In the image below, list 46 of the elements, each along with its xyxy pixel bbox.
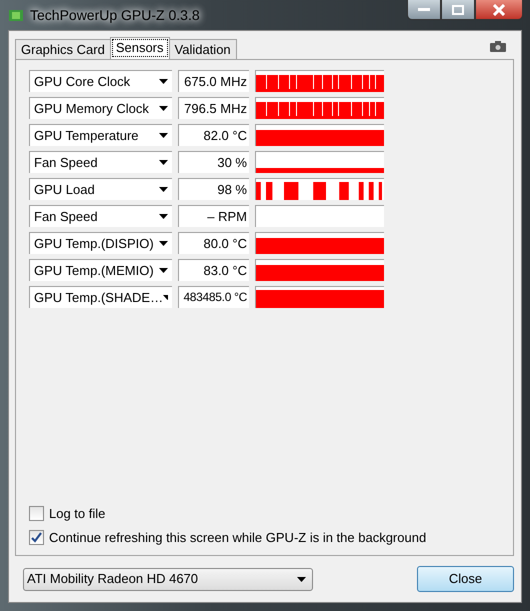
sensor-value: – RPM bbox=[178, 205, 249, 227]
tab[interactable]: Validation bbox=[168, 39, 237, 59]
sensor-dropdown[interactable]: GPU Temp.(DISPIO) bbox=[29, 232, 172, 254]
sensor-value: 30 % bbox=[178, 151, 249, 173]
sensor-value: 82.0 °C bbox=[178, 124, 249, 146]
app-icon bbox=[8, 7, 24, 23]
checkbox[interactable] bbox=[29, 530, 44, 545]
caret-icon bbox=[163, 295, 168, 300]
sensor-dropdown[interactable]: GPU Memory Clock bbox=[29, 97, 172, 119]
caret-icon bbox=[159, 241, 168, 246]
caret-icon bbox=[297, 576, 306, 582]
sensor-value: 796.5 MHz bbox=[178, 97, 249, 119]
device-dropdown[interactable]: ATI Mobility Radeon HD 4670 bbox=[23, 568, 313, 590]
sensor-dropdown[interactable]: Fan Speed bbox=[29, 151, 172, 173]
caret-icon bbox=[159, 187, 168, 192]
sensor-dropdown[interactable]: GPU Core Clock bbox=[29, 70, 172, 92]
caret-icon bbox=[159, 160, 168, 165]
camera-icon[interactable] bbox=[490, 41, 506, 52]
sensor-value: 675.0 MHz bbox=[178, 70, 249, 92]
checkbox-label: Continue refreshing this screen while GPU-Z is in the background bbox=[49, 528, 426, 547]
tab[interactable]: Sensors bbox=[110, 37, 170, 59]
sensor-dropdown[interactable]: Fan Speed bbox=[29, 205, 172, 227]
sensor-value: 80.0 °C bbox=[178, 232, 249, 254]
sensor-dropdown[interactable]: GPU Load bbox=[29, 178, 172, 200]
sensor-dropdown[interactable]: GPU Temperature bbox=[29, 124, 172, 146]
minimize-button[interactable] bbox=[407, 0, 441, 20]
caret-icon bbox=[159, 133, 168, 138]
close-icon bbox=[493, 4, 505, 16]
minimize-icon bbox=[418, 8, 430, 12]
caret-icon bbox=[159, 268, 168, 273]
window-close-button[interactable] bbox=[475, 0, 523, 20]
checkbox[interactable] bbox=[29, 506, 44, 522]
sensor-dropdown[interactable]: GPU Temp.(SHADE… bbox=[29, 286, 172, 308]
sensor-value: 83.0 °C bbox=[178, 259, 249, 281]
caret-icon bbox=[159, 214, 168, 219]
sensor-value: 483485.0 °C bbox=[178, 286, 249, 308]
maximize-icon bbox=[452, 4, 464, 14]
window-title: TechPowerUp GPU-Z 0.3.8 bbox=[30, 6, 200, 25]
caret-icon bbox=[159, 106, 168, 111]
checkbox-label: Log to file bbox=[49, 505, 106, 523]
tab[interactable]: Graphics Card bbox=[15, 39, 111, 59]
sensor-value: 98 % bbox=[178, 178, 249, 200]
caret-icon bbox=[159, 79, 168, 84]
sensor-dropdown[interactable]: GPU Temp.(MEMIO) bbox=[29, 259, 172, 281]
maximize-button[interactable] bbox=[441, 0, 475, 20]
close-button[interactable]: Close bbox=[417, 566, 514, 592]
